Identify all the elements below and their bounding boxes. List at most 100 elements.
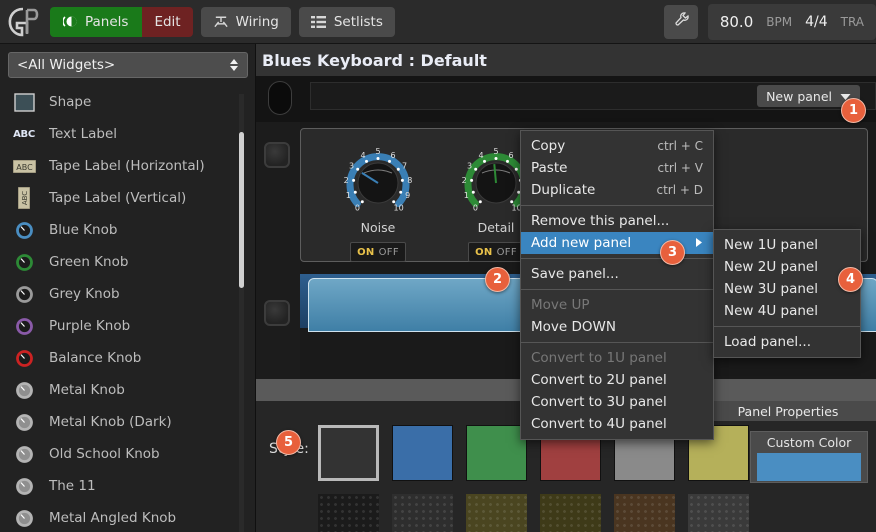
widget-list-item[interactable]: Metal Knob bbox=[0, 374, 256, 406]
text-label-icon: ABC bbox=[12, 123, 36, 145]
widget-list-item[interactable]: Green Knob bbox=[0, 246, 256, 278]
svg-text:3: 3 bbox=[467, 161, 472, 170]
purple-knob-icon bbox=[12, 315, 36, 337]
panel-properties-header: Panel Properties bbox=[700, 401, 876, 421]
submenu-arrow-icon bbox=[695, 235, 703, 251]
menu-item-label: Paste bbox=[531, 160, 567, 176]
wrench-button[interactable] bbox=[664, 5, 698, 39]
wiring-button[interactable]: Wiring bbox=[201, 7, 291, 37]
setlists-icon bbox=[311, 14, 327, 30]
onoff-switch[interactable]: ONOFF bbox=[350, 242, 406, 262]
menu-item[interactable]: Duplicatectrl + D bbox=[521, 179, 713, 201]
setlists-button[interactable]: Setlists bbox=[299, 7, 395, 37]
svg-text:9: 9 bbox=[405, 191, 410, 200]
svg-text:8: 8 bbox=[407, 176, 412, 185]
metal-knob-dark-icon bbox=[12, 411, 36, 433]
texture-swatch[interactable] bbox=[540, 494, 601, 532]
grey-knob-icon bbox=[12, 283, 36, 305]
style-swatch[interactable] bbox=[392, 425, 453, 481]
svg-text:5: 5 bbox=[375, 147, 380, 156]
panels-button[interactable]: Panels bbox=[50, 7, 142, 37]
svg-text:5: 5 bbox=[493, 147, 498, 156]
widget-list-item[interactable]: Shape bbox=[0, 86, 256, 118]
slot-cap-icon bbox=[268, 81, 292, 115]
menu-item-shortcut: ctrl + V bbox=[658, 161, 703, 175]
knob-label: Noise bbox=[319, 220, 437, 235]
custom-color-swatch[interactable] bbox=[757, 453, 861, 481]
texture-swatch[interactable] bbox=[466, 494, 527, 532]
menu-item-label: Add new panel bbox=[531, 235, 631, 251]
menu-item-shortcut: ctrl + C bbox=[657, 139, 703, 153]
style-swatch[interactable] bbox=[318, 425, 379, 481]
menu-item-label: Save panel... bbox=[531, 266, 619, 282]
the-11-knob-icon bbox=[12, 475, 36, 497]
balance-knob-icon bbox=[12, 347, 36, 369]
menu-item[interactable]: Move DOWN bbox=[521, 316, 713, 338]
menu-item-label: Move DOWN bbox=[531, 319, 616, 335]
widget-list-item[interactable]: Metal Angled Knob bbox=[0, 502, 256, 532]
svg-text:6: 6 bbox=[508, 151, 513, 160]
widget-list-item[interactable]: The 11 bbox=[0, 470, 256, 502]
svg-text:2: 2 bbox=[462, 176, 467, 185]
knob-control[interactable]: 012345678910NoiseONOFF bbox=[319, 143, 437, 262]
widget-list-item-label: Metal Knob bbox=[49, 382, 125, 398]
menu-item[interactable]: Load panel... bbox=[714, 331, 860, 353]
setlists-button-label: Setlists bbox=[334, 14, 383, 30]
menu-item[interactable]: New 4U panel bbox=[714, 300, 860, 322]
menu-item[interactable]: Convert to 4U panel bbox=[521, 413, 713, 435]
svg-text:3: 3 bbox=[349, 161, 354, 170]
gig-performer-logo-icon bbox=[0, 0, 48, 44]
texture-swatch[interactable] bbox=[688, 494, 749, 532]
widget-list-item-label: Tape Label (Horizontal) bbox=[49, 158, 205, 174]
menu-item-label: New 2U panel bbox=[724, 259, 818, 275]
bpm-label: BPM bbox=[766, 15, 792, 29]
widget-list-item[interactable]: Old School Knob bbox=[0, 438, 256, 470]
onoff-switch[interactable]: ONOFF bbox=[468, 242, 524, 262]
texture-swatch[interactable] bbox=[318, 494, 379, 532]
menu-item-label: Convert to 2U panel bbox=[531, 372, 667, 388]
menu-item[interactable]: New 1U panel bbox=[714, 234, 860, 256]
panels-icon bbox=[62, 14, 78, 30]
widget-list-item[interactable]: Balance Knob bbox=[0, 342, 256, 374]
wrench-icon bbox=[672, 11, 690, 33]
widget-list-item[interactable]: Purple Knob bbox=[0, 310, 256, 342]
widget-sidebar: <All Widgets> ShapeABCText LabelABCTape … bbox=[0, 44, 256, 532]
svg-text:1: 1 bbox=[464, 191, 469, 200]
widget-list-item[interactable]: ABCTape Label (Vertical) bbox=[0, 182, 256, 214]
style-swatch[interactable] bbox=[466, 425, 527, 481]
toolbar-buttons: Panels Edit Wiring bbox=[50, 7, 403, 37]
new-panel-label: New panel bbox=[766, 89, 832, 104]
menu-item[interactable]: Convert to 2U panel bbox=[521, 369, 713, 391]
menu-item-label: New 1U panel bbox=[724, 237, 818, 253]
menu-item-label: Remove this panel... bbox=[531, 213, 669, 229]
svg-text:0: 0 bbox=[355, 204, 360, 213]
widget-list-item-label: Metal Knob (Dark) bbox=[49, 414, 172, 430]
menu-item[interactable]: Remove this panel... bbox=[521, 210, 713, 232]
widget-list-item[interactable]: ABCTape Label (Horizontal) bbox=[0, 150, 256, 182]
menu-item[interactable]: Copy ctrl + C bbox=[521, 135, 713, 157]
edit-button[interactable]: Edit bbox=[142, 7, 192, 37]
widget-list-item[interactable]: ABCText Label bbox=[0, 118, 256, 150]
knob-dial[interactable]: 012345678910 bbox=[340, 143, 416, 219]
wiring-button-label: Wiring bbox=[236, 14, 279, 30]
panels-button-label: Panels bbox=[85, 14, 128, 30]
widget-filter-select[interactable]: <All Widgets> bbox=[8, 52, 248, 78]
menu-item: Convert to 1U panel bbox=[521, 347, 713, 369]
custom-color-picker[interactable]: Custom Color bbox=[750, 431, 868, 483]
menu-item-label: Copy bbox=[531, 138, 565, 154]
widget-list-item[interactable]: Grey Knob bbox=[0, 278, 256, 310]
texture-swatch[interactable] bbox=[392, 494, 453, 532]
widget-list-item[interactable]: Blue Knob bbox=[0, 214, 256, 246]
svg-text:1: 1 bbox=[346, 191, 351, 200]
menu-item[interactable]: Save panel... bbox=[521, 263, 713, 285]
top-toolbar: Panels Edit Wiring bbox=[0, 0, 876, 44]
menu-separator bbox=[714, 326, 860, 327]
metal-angled-knob-icon bbox=[12, 507, 36, 529]
menu-item[interactable]: Paste ctrl + V bbox=[521, 157, 713, 179]
transport-display[interactable]: 80.0 BPM 4/4 TRA bbox=[708, 4, 876, 40]
svg-text:7: 7 bbox=[402, 161, 407, 170]
menu-separator bbox=[521, 342, 713, 343]
widget-list-item[interactable]: Metal Knob (Dark) bbox=[0, 406, 256, 438]
menu-item[interactable]: Convert to 3U panel bbox=[521, 391, 713, 413]
texture-swatch[interactable] bbox=[614, 494, 675, 532]
